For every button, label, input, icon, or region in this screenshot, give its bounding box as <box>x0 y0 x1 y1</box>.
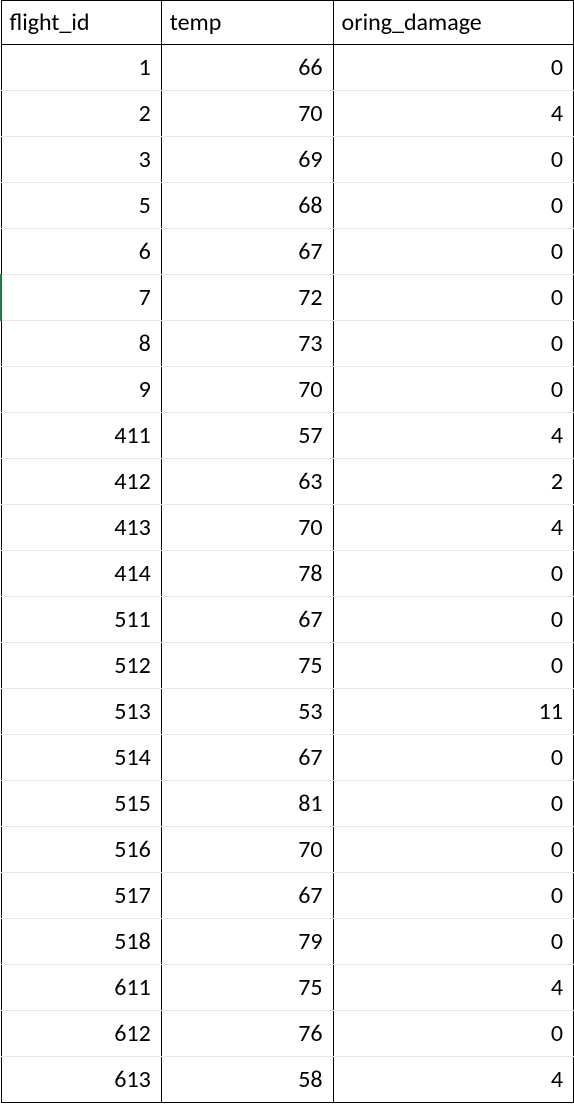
table-row[interactable]: 411574 <box>1 413 574 459</box>
cell-oring-damage[interactable]: 0 <box>333 1011 573 1057</box>
cell-flight-id[interactable]: 514 <box>1 735 161 781</box>
cell-oring-damage[interactable]: 0 <box>333 137 573 183</box>
cell-oring-damage[interactable]: 0 <box>333 919 573 965</box>
cell-oring-damage[interactable]: 0 <box>333 275 573 321</box>
cell-temp[interactable]: 58 <box>161 1057 333 1103</box>
cell-oring-damage[interactable]: 4 <box>333 91 573 137</box>
cell-oring-damage[interactable]: 0 <box>333 183 573 229</box>
table-row[interactable]: 512750 <box>1 643 574 689</box>
cell-oring-damage[interactable]: 4 <box>333 505 573 551</box>
cell-flight-id[interactable]: 612 <box>1 1011 161 1057</box>
cell-flight-id[interactable]: 513 <box>1 689 161 735</box>
cell-flight-id[interactable]: 5 <box>1 183 161 229</box>
cell-temp[interactable]: 81 <box>161 781 333 827</box>
cell-flight-id[interactable]: 412 <box>1 459 161 505</box>
table-row[interactable]: 518790 <box>1 919 574 965</box>
cell-flight-id[interactable]: 413 <box>1 505 161 551</box>
table-row[interactable]: 413704 <box>1 505 574 551</box>
cell-flight-id[interactable]: 611 <box>1 965 161 1011</box>
cell-flight-id[interactable]: 411 <box>1 413 161 459</box>
table-row[interactable]: 515810 <box>1 781 574 827</box>
column-header-flight-id[interactable]: flight_id <box>1 1 161 45</box>
table-header-row: flight_id temp oring_damage <box>1 1 574 45</box>
cell-temp[interactable]: 67 <box>161 873 333 919</box>
cell-flight-id[interactable]: 7 <box>1 275 161 321</box>
cell-oring-damage[interactable]: 0 <box>333 321 573 367</box>
cell-oring-damage[interactable]: 4 <box>333 1057 573 1103</box>
cell-temp[interactable]: 68 <box>161 183 333 229</box>
cell-flight-id[interactable]: 512 <box>1 643 161 689</box>
cell-temp[interactable]: 75 <box>161 643 333 689</box>
table-row[interactable]: 412632 <box>1 459 574 505</box>
cell-oring-damage[interactable]: 0 <box>333 781 573 827</box>
table-row[interactable]: 3690 <box>1 137 574 183</box>
cell-temp[interactable]: 69 <box>161 137 333 183</box>
cell-oring-damage[interactable]: 0 <box>333 367 573 413</box>
cell-temp[interactable]: 66 <box>161 45 333 91</box>
cell-oring-damage[interactable]: 2 <box>333 459 573 505</box>
cell-oring-damage[interactable]: 0 <box>333 827 573 873</box>
column-header-temp[interactable]: temp <box>161 1 333 45</box>
cell-temp[interactable]: 67 <box>161 597 333 643</box>
cell-temp[interactable]: 57 <box>161 413 333 459</box>
cell-temp[interactable]: 72 <box>161 275 333 321</box>
cell-oring-damage[interactable]: 11 <box>333 689 573 735</box>
cell-flight-id[interactable]: 518 <box>1 919 161 965</box>
cell-flight-id[interactable]: 613 <box>1 1057 161 1103</box>
table-row[interactable]: 516700 <box>1 827 574 873</box>
cell-oring-damage[interactable]: 0 <box>333 873 573 919</box>
cell-oring-damage[interactable]: 0 <box>333 735 573 781</box>
cell-flight-id[interactable]: 517 <box>1 873 161 919</box>
cell-oring-damage[interactable]: 0 <box>333 551 573 597</box>
cell-flight-id[interactable]: 8 <box>1 321 161 367</box>
cell-temp[interactable]: 63 <box>161 459 333 505</box>
table-row[interactable]: 517670 <box>1 873 574 919</box>
table-row[interactable]: 514670 <box>1 735 574 781</box>
cell-oring-damage[interactable]: 0 <box>333 229 573 275</box>
cell-flight-id[interactable]: 515 <box>1 781 161 827</box>
cell-temp[interactable]: 67 <box>161 735 333 781</box>
cell-flight-id[interactable]: 6 <box>1 229 161 275</box>
table-row[interactable]: 1660 <box>1 45 574 91</box>
table-row[interactable]: 5680 <box>1 183 574 229</box>
cell-temp[interactable]: 79 <box>161 919 333 965</box>
table-row[interactable]: 6670 <box>1 229 574 275</box>
cell-temp[interactable]: 70 <box>161 367 333 413</box>
table-row[interactable]: 612760 <box>1 1011 574 1057</box>
cell-oring-damage[interactable]: 4 <box>333 413 573 459</box>
column-header-oring-damage[interactable]: oring_damage <box>333 1 573 45</box>
cell-oring-damage[interactable]: 0 <box>333 643 573 689</box>
table-row[interactable]: 5135311 <box>1 689 574 735</box>
cell-oring-damage[interactable]: 0 <box>333 597 573 643</box>
cell-temp[interactable]: 70 <box>161 505 333 551</box>
cell-flight-id[interactable]: 9 <box>1 367 161 413</box>
cell-flight-id[interactable]: 2 <box>1 91 161 137</box>
cell-flight-id[interactable]: 511 <box>1 597 161 643</box>
cell-temp[interactable]: 67 <box>161 229 333 275</box>
data-table[interactable]: flight_id temp oring_damage 166027043690… <box>0 0 574 1103</box>
table-row[interactable]: 2704 <box>1 91 574 137</box>
cell-temp[interactable]: 70 <box>161 91 333 137</box>
table-row[interactable]: 414780 <box>1 551 574 597</box>
table-row[interactable]: 611754 <box>1 965 574 1011</box>
cell-flight-id[interactable]: 3 <box>1 137 161 183</box>
cell-oring-damage[interactable]: 0 <box>333 45 573 91</box>
table-row[interactable]: 511670 <box>1 597 574 643</box>
cell-temp[interactable]: 78 <box>161 551 333 597</box>
cell-temp[interactable]: 53 <box>161 689 333 735</box>
cell-temp[interactable]: 75 <box>161 965 333 1011</box>
cell-flight-id[interactable]: 1 <box>1 45 161 91</box>
table-row[interactable]: 613584 <box>1 1057 574 1103</box>
cell-temp[interactable]: 76 <box>161 1011 333 1057</box>
cell-flight-id[interactable]: 414 <box>1 551 161 597</box>
table-row[interactable]: 7720 <box>1 275 574 321</box>
table-row[interactable]: 8730 <box>1 321 574 367</box>
cell-flight-id[interactable]: 516 <box>1 827 161 873</box>
cell-oring-damage[interactable]: 4 <box>333 965 573 1011</box>
table-row[interactable]: 9700 <box>1 367 574 413</box>
cell-temp[interactable]: 70 <box>161 827 333 873</box>
cell-temp[interactable]: 73 <box>161 321 333 367</box>
